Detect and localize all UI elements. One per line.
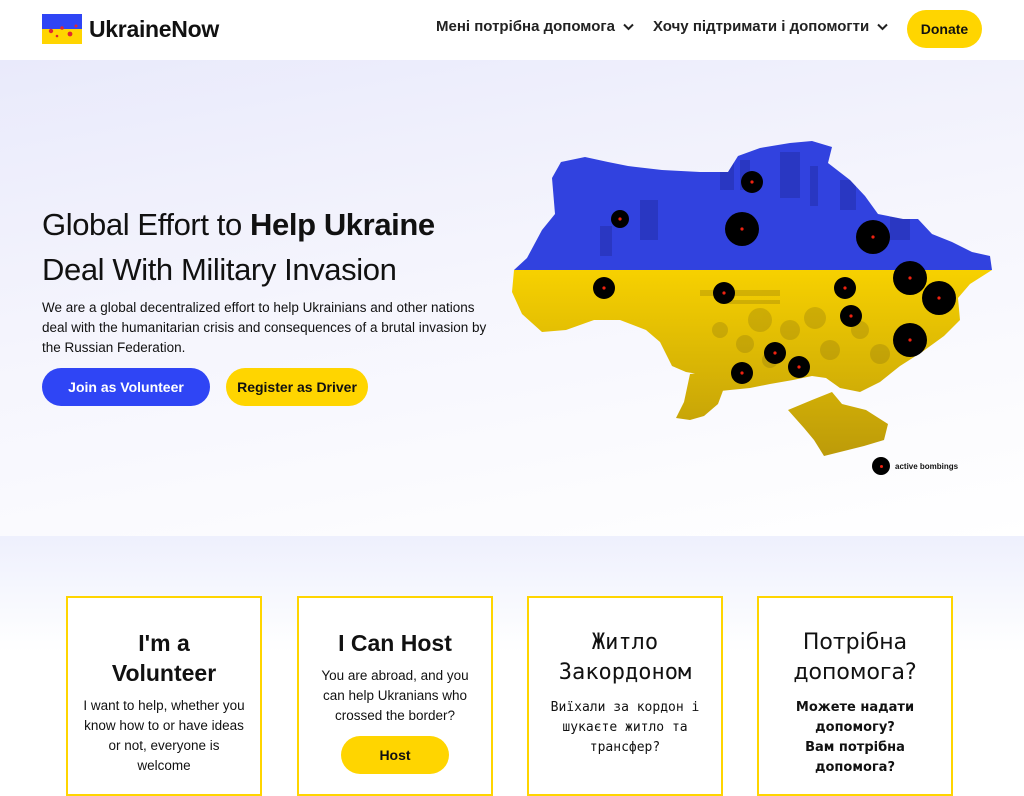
nav-need-help-label: Мені потрібна допомога [436,18,615,35]
chevron-down-icon [623,23,634,30]
nav-need-help-dropdown[interactable]: Мені потрібна допомога [436,18,634,35]
card-housing-title-line2: Закордоном [558,660,692,685]
ukraine-map [512,141,992,456]
card-volunteer-title-line1: I'm a [138,630,190,656]
hero-title-line2: Deal With Military Invasion [42,252,397,287]
card-housing-title: Житло Закордоном [529,628,721,688]
nav-want-support-dropdown[interactable]: Хочу підтримати і допомогти [653,18,888,35]
card-need-help-title: Потрібна допомога? [759,628,951,688]
hero-title-bold: Help Ukraine [250,207,435,242]
ukraine-flag-logo-icon [42,14,82,44]
chevron-down-icon [877,23,888,30]
host-button[interactable]: Host [341,736,449,774]
hero-title-plain: Global Effort to [42,207,251,242]
card-host-title: I Can Host [338,630,452,656]
card-volunteer-text: I want to help, whether you know how to … [83,698,245,773]
card-host-text: You are abroad, and you can help Ukrania… [321,668,469,723]
hero-description: We are a global decentralized effort to … [42,300,487,355]
hero-title: Global Effort to Help Ukraine Deal With … [42,202,435,292]
hero-section: Global Effort to Help Ukraine Deal With … [0,60,1024,536]
card-housing-text: Виїхали за кордон і шукаєте житло та тра… [550,700,700,755]
site-logo[interactable]: UkraineNow [42,14,219,44]
card-need-help-text-line2: Вам потрібна допомога? [805,740,905,775]
site-header: UkraineNow Мені потрібна допомога Хочу п… [0,0,1024,60]
card-need-help-title-line2: допомога? [793,660,917,685]
card-host[interactable]: I Can Host You are abroad, and you can h… [297,596,493,796]
map-legend: active bombings [872,457,958,475]
card-need-help-text-line1: Можете надати допомогу? [795,700,915,735]
card-volunteer-title: I'm a Volunteer [68,628,260,688]
map-legend-label: active bombings [895,461,959,471]
card-volunteer-title-line2: Volunteer [111,660,217,686]
nav-want-support-label: Хочу підтримати і допомогти [653,18,870,35]
donate-button[interactable]: Donate [907,10,982,48]
join-volunteer-button[interactable]: Join as Volunteer [42,368,210,406]
register-driver-button[interactable]: Register as Driver [226,368,368,406]
card-need-help-text: Можете надати допомогу? Вам потрібна доп… [771,698,939,778]
card-need-help[interactable]: Потрібна допомога? Можете надати допомог… [757,596,953,796]
card-housing-abroad[interactable]: Житло Закордоном Виїхали за кордон і шук… [527,596,723,796]
card-volunteer[interactable]: I'm a Volunteer I want to help, whether … [66,596,262,796]
card-housing-title-line1: Житло [591,630,659,655]
brand-name: UkraineNow [89,15,219,42]
bombing-marker-icon [872,457,890,475]
card-need-help-title-line1: Потрібна [802,630,908,655]
